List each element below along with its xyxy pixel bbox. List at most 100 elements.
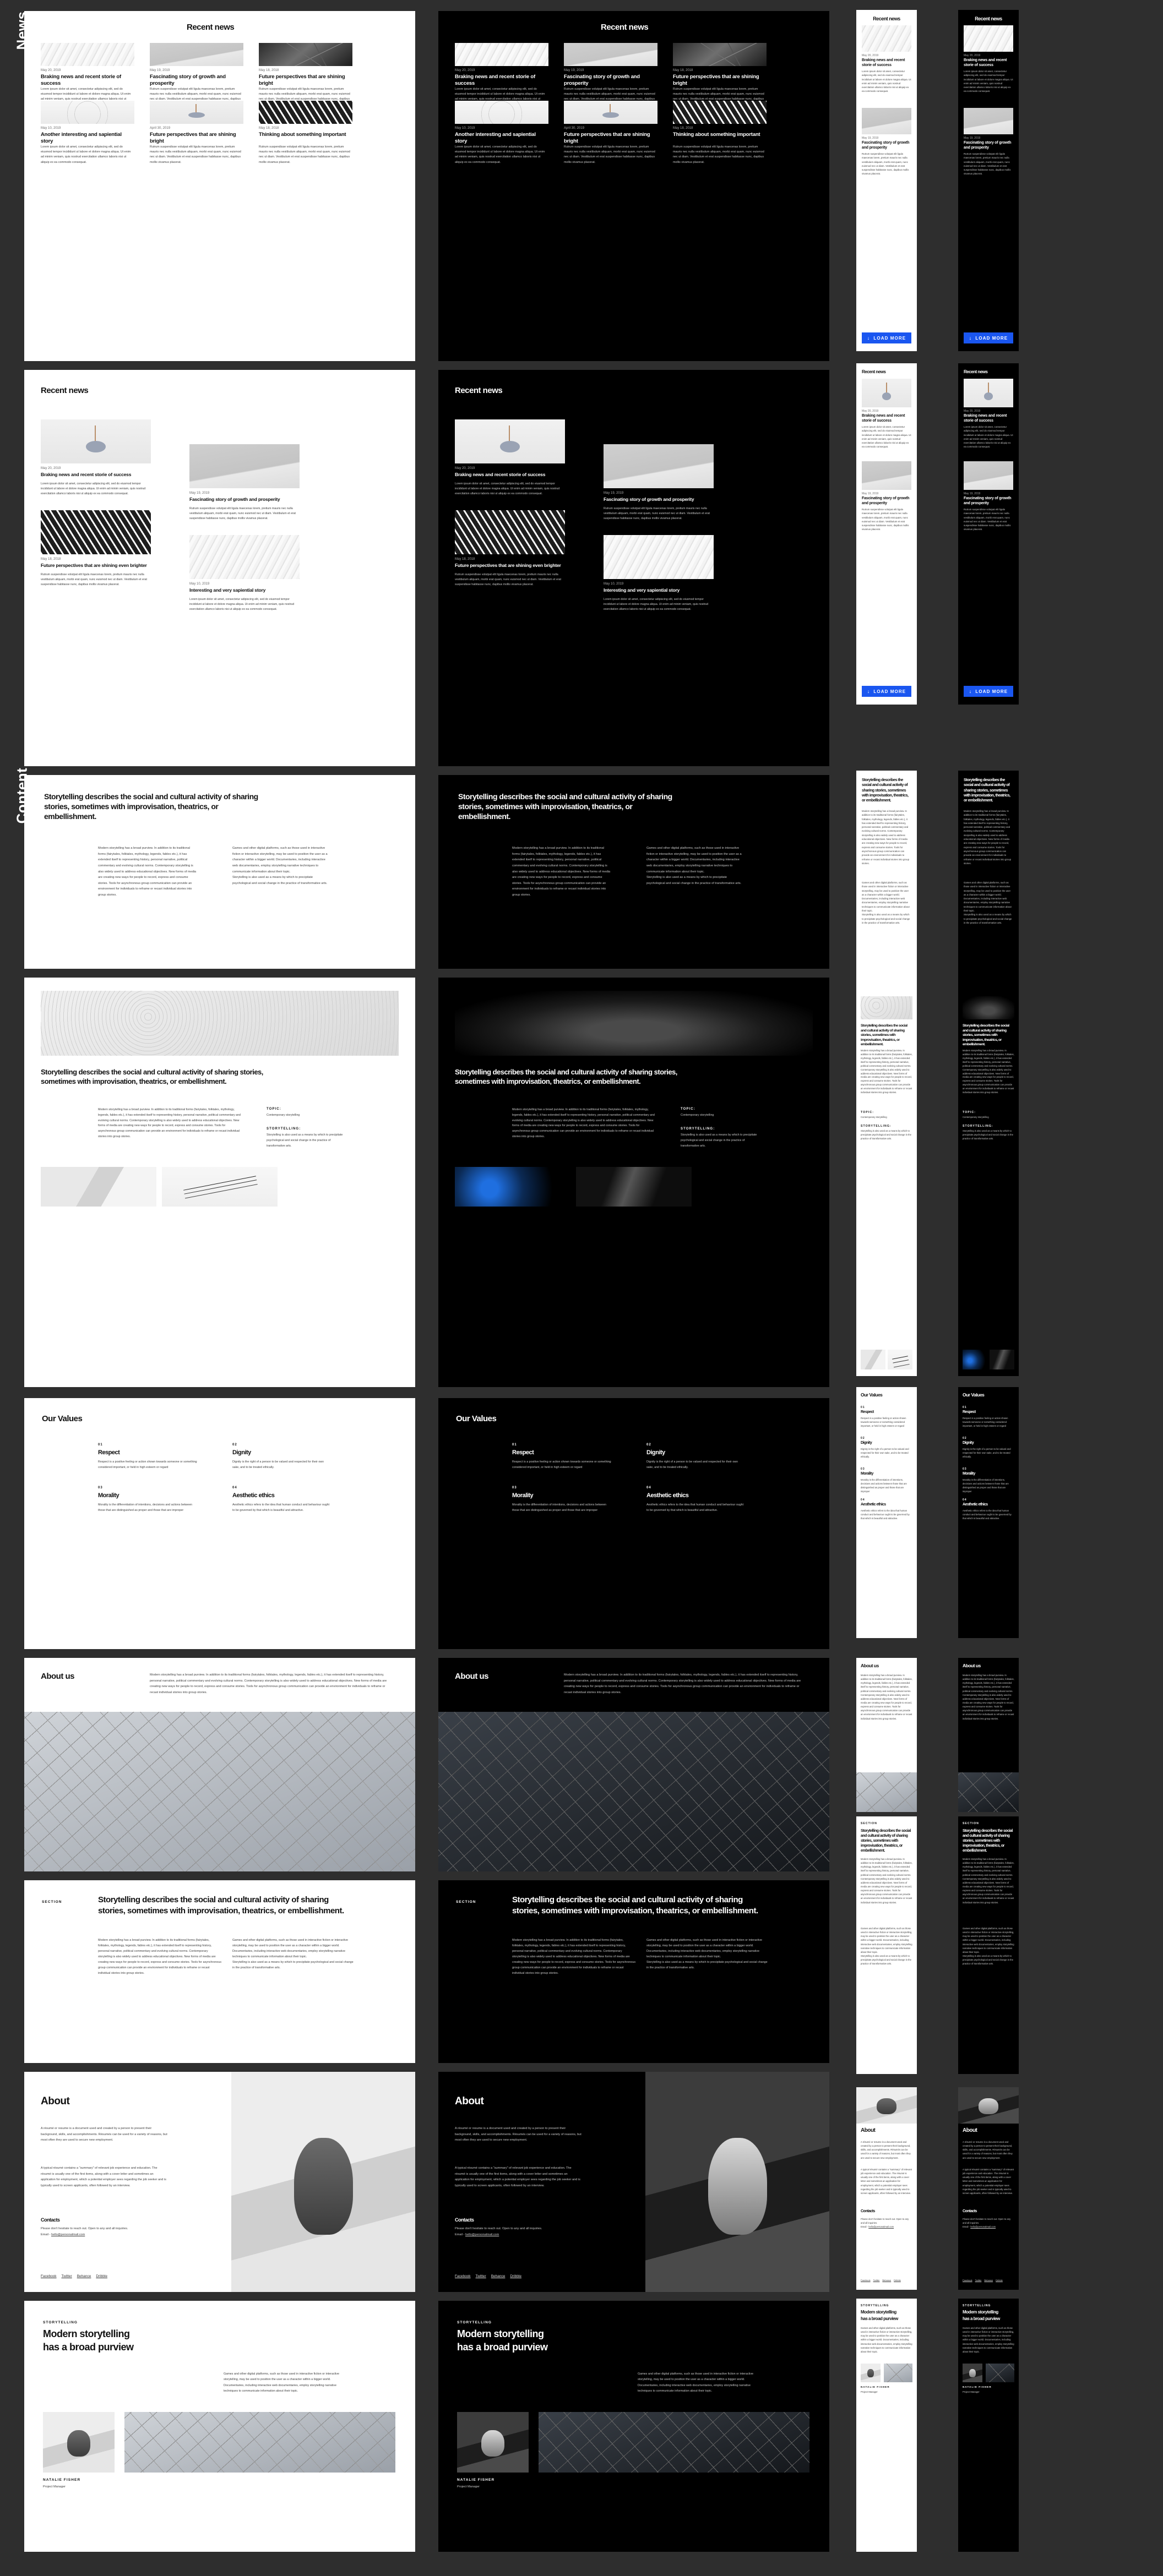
storytelling-col2: Games and other digital platforms, such … [963,1927,1014,1966]
feature-image [986,2364,1014,2382]
about-title: About [41,2095,70,2107]
news-title: Future perspectives that are shining bri… [259,74,345,86]
panel-modern-storytelling: STORYTELLING Modern storytelling has a bro… [24,2301,415,2552]
panel-recent-news-stagger: Recent news May 20, 2019 Braking news and … [24,370,415,766]
email-link[interactable]: hello@personalmail.com [51,2233,85,2236]
panel-about: About A résumé or resume is a document us… [438,2072,829,2292]
value-number: 02 [963,1437,967,1440]
contacts-email-row: Email - hello@personalmail.com [861,2225,912,2229]
news-image [862,461,911,490]
email-link[interactable]: hello@personalmail.com [868,2225,894,2228]
page-title: Recent news [601,23,649,32]
topic-label: TOPIC: [861,1111,874,1114]
social-link-twitter[interactable]: Twitter [62,2274,72,2278]
news-text: Lorem ipsum dolor sit amet, consectetur … [862,425,911,449]
news-date: May 19, 2019 [150,69,170,72]
news-date: May 10, 2019 [41,127,61,130]
panel-recent-news-grid: Recent news May 20, 2019 Braking news and … [958,10,1019,351]
social-link-behance[interactable]: Behance [984,2279,993,2282]
social-link-behance[interactable]: Behance [77,2274,91,2278]
value-name: Aesthetic ethics [963,1503,988,1507]
about-paragraph-1: A résumé or resume is a document used an… [861,2141,911,2159]
load-more-button[interactable]: ↓ LOAD MORE [964,686,1013,697]
panel-our-values: Our Values 01 Respect Respect is a positive… [438,1398,829,1649]
news-text: Lorem ipsum dolor sit amet, consectetur … [455,145,545,164]
value-number: 03 [861,1467,865,1471]
about-us-title: About us [455,1672,489,1681]
panel-about-us: About us Modern storytelling has a broad … [438,1658,829,1871]
load-more-button[interactable]: ↓ LOAD MORE [964,332,1013,343]
news-date: May 19, 2019 [964,137,981,140]
news-date: May 20, 2019 [862,410,879,413]
storytelling-col2: Games and other digital platforms, such … [646,1939,768,1969]
news-image [189,444,300,488]
load-more-button[interactable]: ↓ LOAD MORE [862,332,911,343]
email-link[interactable]: hello@personalmail.com [970,2225,996,2228]
contacts-text: Please don't hesitate to reach out. Open… [41,2227,128,2230]
storytelling-col1: Modern storytelling has a broad purview.… [963,1858,1014,1904]
panel-about: About A résumé or resume is a document us… [958,2087,1019,2290]
social-link-behance[interactable]: Behance [491,2274,506,2278]
modern-title-line1: Modern storytelling [963,2310,998,2315]
news-text: Rutrum suspendisse volutpat elit ligula … [455,573,561,586]
value-text: Dignity is the right of a person to be v… [232,1460,324,1469]
email-prefix: Email - [861,2225,869,2228]
news-date: May 20, 2019 [964,54,981,57]
news-title: Braking news and recent storie of succes… [862,58,905,67]
value-name: Dignity [232,1449,251,1456]
social-link-facebook[interactable]: Facebook [41,2274,57,2278]
email-prefix: Email - [455,2233,465,2236]
about-us-title: About us [963,1663,981,1668]
gallery-image-2 [162,1167,278,1207]
value-number: 02 [646,1443,651,1447]
page-title: Recent news [975,16,1002,21]
news-title: Fascinating story of growth and prosperi… [150,74,226,86]
news-title: Future perspectives that are shining eve… [41,563,147,568]
modern-title-line1: Modern storytelling [43,2328,130,2339]
news-text: Rutrum suspendisse volutpat elit ligula … [964,508,1011,531]
news-image [964,25,1013,52]
news-title: Braking news and recent storie of succes… [862,414,905,423]
value-name: Respect [98,1449,120,1456]
about-us-text: Modern storytelling has a broad purview.… [861,1674,912,1720]
social-link-twitter[interactable]: Twitter [476,2274,486,2278]
social-link-facebook[interactable]: Facebook [963,2279,972,2282]
section-eyebrow: SECTION [42,1900,62,1904]
storytelling-col2: Games and other digital platforms, such … [861,1927,912,1966]
contacts-text: Please don't hesitate to reach out. Open… [963,2218,1011,2225]
social-link-dribble[interactable]: Dribble [894,2279,901,2282]
load-more-button[interactable]: ↓ LOAD MORE [862,686,911,697]
storytelling-label: STORYTELLING: [681,1127,715,1131]
value-number: 03 [963,1467,967,1471]
modern-title-line2: has a broad purview [43,2342,134,2353]
news-image [259,101,352,124]
author-name: NATALIE FISHER [861,2386,890,2388]
social-link-behance[interactable]: Behance [882,2279,891,2282]
news-date: May 20, 2019 [455,467,475,470]
social-link-facebook[interactable]: Facebook [861,2279,871,2282]
contacts-title: Contacts [861,2209,875,2213]
author-photo [457,2412,529,2473]
social-link-dribble[interactable]: Dribble [996,2279,1003,2282]
value-text: Morality is the differentiation of inten… [512,1503,606,1512]
topic-value: Contemporary storytelling [267,1114,300,1117]
social-link-dribble[interactable]: Dribble [510,2274,521,2278]
value-text: Aesthetic ethics refers to the idea that… [963,1509,1012,1520]
news-date: May 19, 2019 [862,492,879,495]
social-link-twitter[interactable]: Twitter [975,2279,982,2282]
news-image [41,510,151,554]
news-text: Rutrum suspendisse volutpat elit ligula … [673,145,764,164]
storytelling-col2: Games and other digital platforms, such … [964,881,1012,924]
news-title: Fascinating story of growth and prosperi… [964,496,1012,505]
social-link-twitter[interactable]: Twitter [873,2279,880,2282]
storytelling-col2: Games and other digital platforms, such … [862,881,910,924]
news-date: May 19, 2019 [604,492,624,495]
social-link-facebook[interactable]: Facebook [455,2274,471,2278]
news-title: Braking news and recent storie of succes… [41,472,132,477]
social-link-dribble[interactable]: Dribble [96,2274,107,2278]
feature-image [539,2412,809,2473]
email-link[interactable]: hello@personalmail.com [465,2233,499,2236]
topic-label: TOPIC: [963,1111,976,1114]
feature-image [884,2364,912,2382]
author-name: NATALIE FISHER [43,2478,81,2482]
